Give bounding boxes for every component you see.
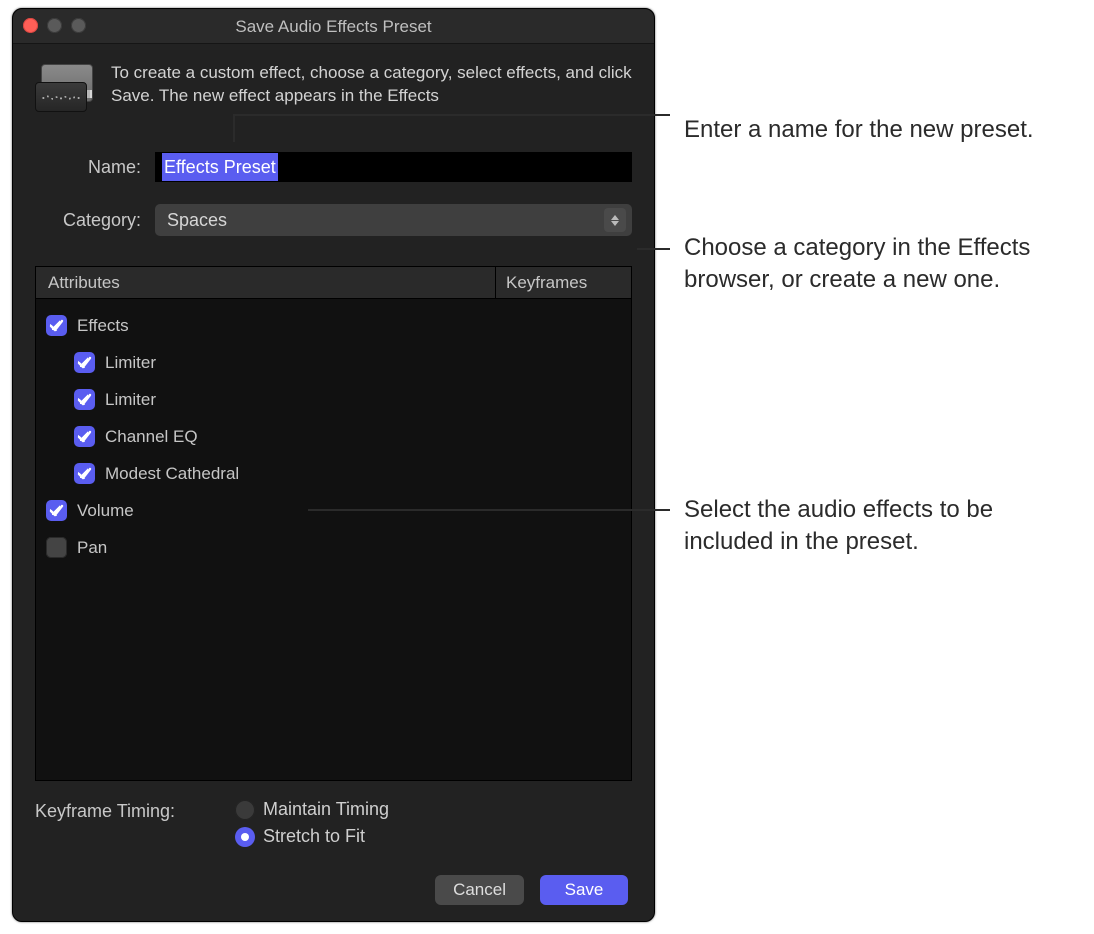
callout-category: Choose a category in the Effects browser…: [684, 232, 1064, 297]
callout-name: Enter a name for the new preset.: [684, 114, 1034, 146]
callout-effects: Select the audio effects to be included …: [684, 494, 1064, 559]
